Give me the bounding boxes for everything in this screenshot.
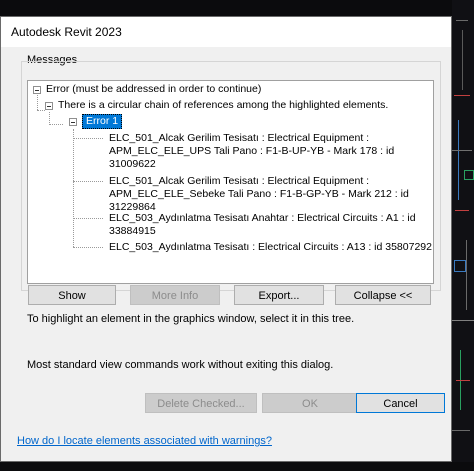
help-link[interactable]: How do I locate elements associated with… [17,435,272,447]
tree-node-element[interactable]: APM_ELC_ELE_UPS Tali Pano : F1-B-UP-YB -… [109,145,394,158]
cad-canvas-bottom [0,462,474,471]
tree-node-element[interactable]: ELC_501_Alcak Gerilim Tesisatı : Electri… [109,175,369,188]
tree-connector [37,95,38,110]
tree-node-element[interactable]: APM_ELC_ELE_Sebeke Tali Pano : F1-B-GP-Y… [109,188,409,201]
tree-connector [73,129,74,247]
tree-node-element[interactable]: ELC_503_Aydınlatma Tesisatı : Electrical… [109,241,432,254]
show-button[interactable]: Show [28,285,116,305]
ok-button[interactable]: OK [262,393,358,413]
cad-canvas-background [452,0,474,471]
title-bar[interactable]: Autodesk Revit 2023 [1,17,451,47]
window-title: Autodesk Revit 2023 [11,25,122,39]
tree-node-error-1[interactable]: Error 1 [82,114,123,129]
tree-node-element[interactable]: ELC_503_Aydınlatma Tesisatı Anahtar : El… [109,212,416,225]
tree-node-description[interactable]: There is a circular chain of references … [58,99,388,112]
collapse-toggle-icon[interactable] [33,86,41,94]
messages-tree[interactable]: Error (must be addressed in order to con… [27,80,434,284]
cancel-button[interactable]: Cancel [356,393,445,413]
more-info-button[interactable]: More Info [130,285,220,305]
view-commands-hint-text: Most standard view commands work without… [27,359,334,371]
tree-connector [73,181,103,182]
delete-checked-button[interactable]: Delete Checked... [145,393,257,413]
tree-connector [73,138,103,139]
revit-warning-dialog: Autodesk Revit 2023 Messages Error (must… [0,16,452,462]
tree-connector [73,218,103,219]
tree-node-error-header[interactable]: Error (must be addressed in order to con… [46,83,261,96]
collapse-toggle-icon[interactable] [45,102,53,110]
highlight-hint-text: To highlight an element in the graphics … [27,313,355,325]
tree-connector [37,110,45,111]
tree-node-element[interactable]: 31009622 [109,158,156,171]
export-button[interactable]: Export... [234,285,324,305]
tree-node-element[interactable]: 33884915 [109,225,156,238]
collapse-toggle-icon[interactable] [69,118,77,126]
tree-connector [73,247,103,248]
tree-node-element[interactable]: ELC_501_Alcak Gerilim Tesisatı : Electri… [109,132,369,145]
collapse-button[interactable]: Collapse << [335,285,431,305]
tree-connector [49,124,63,125]
